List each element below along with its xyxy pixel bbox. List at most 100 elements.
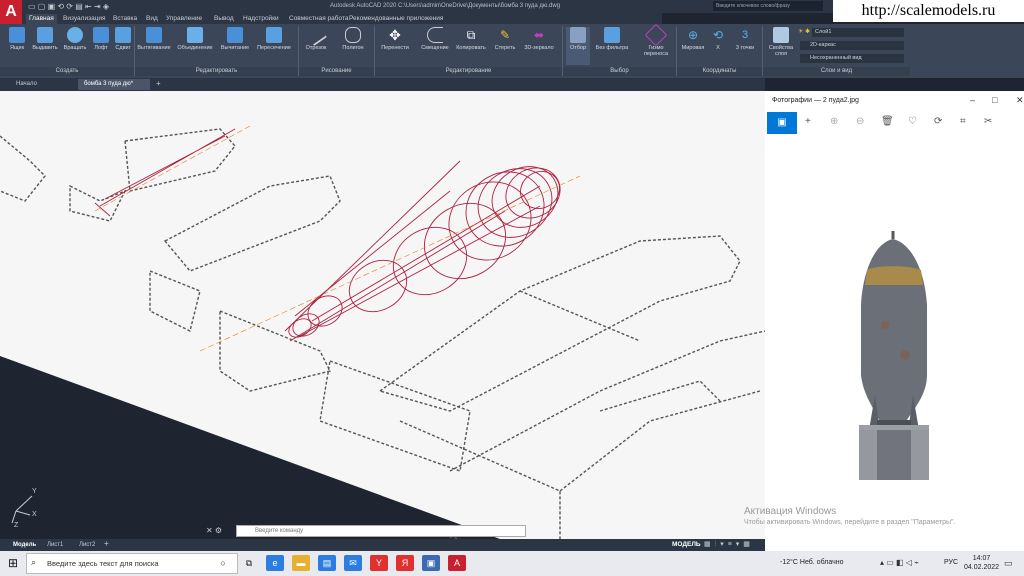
close-icon[interactable]: ✕ xyxy=(1016,95,1024,106)
layer-properties-button[interactable]: Свойства слоя xyxy=(765,27,797,57)
named-view-dropdown[interactable]: Несохраненный вид xyxy=(800,54,904,63)
move-gizmo-button[interactable]: Гизмо переноса xyxy=(640,23,672,57)
file-tab-start[interactable]: Начало xyxy=(10,79,43,90)
clock-time: 14:07 xyxy=(972,555,991,562)
keyword-search-input[interactable]: Введите ключевое слово/фразу xyxy=(713,1,823,11)
task-view-icon[interactable]: ○ xyxy=(214,555,232,571)
crop-icon[interactable]: ⌗ xyxy=(960,116,966,127)
visual-style-dropdown[interactable]: 2D-каркас xyxy=(800,41,904,50)
add-icon[interactable]: + xyxy=(805,116,811,127)
edit-icon[interactable]: ✂ xyxy=(984,116,992,127)
tab-home[interactable]: Главная xyxy=(26,14,57,24)
quick-access-toolbar[interactable]: ▭ ▢ ▣ ⟲ ⟳ ▤ ⇤ ⇥ ◈ xyxy=(28,2,109,11)
add-layout-plus-icon[interactable]: + xyxy=(104,539,109,548)
ucs-x-label: X xyxy=(32,511,37,518)
delete-icon[interactable]: 🗑 xyxy=(881,116,894,127)
ribbon-empty-area xyxy=(910,24,1024,78)
yandex-browser-icon[interactable]: Y xyxy=(370,555,388,571)
activation-title: Активация Windows xyxy=(744,506,837,517)
polygon-button[interactable]: Полигон xyxy=(338,27,368,51)
file-tab-drawing[interactable]: бомба 3 пуда дю* xyxy=(78,79,150,90)
command-input[interactable]: Введите команду xyxy=(236,525,526,537)
tab-output[interactable]: Вывод xyxy=(211,14,237,24)
group-draw-label[interactable]: Рисование xyxy=(299,67,374,76)
rotate-icon[interactable]: ⟳ xyxy=(934,116,942,127)
yandex-icon[interactable]: Я xyxy=(396,555,414,571)
bomb-photo xyxy=(855,225,945,485)
union-button[interactable]: Объединение xyxy=(174,27,216,51)
maximize-icon[interactable]: □ xyxy=(992,95,997,105)
presspull-button[interactable]: Вытягивание xyxy=(136,27,172,51)
tab-insert[interactable]: Вставка xyxy=(110,14,140,24)
ucs-x-button[interactable]: ⟲ X xyxy=(708,27,728,51)
weather-widget[interactable]: -12°C Неб. облачно xyxy=(780,559,844,566)
autocad-taskbar-icon[interactable]: A xyxy=(448,555,466,571)
drawing-canvas xyxy=(0,91,765,539)
culling-button[interactable]: Отбор xyxy=(566,27,590,65)
3d-mirror-button[interactable]: ⬌ 3D-зеркало xyxy=(520,27,558,51)
site-watermark: http://scalemodels.ru xyxy=(833,0,1024,22)
ucs-3point-button[interactable]: 33 точки xyxy=(731,27,759,51)
erase-button[interactable]: ✎ Стереть xyxy=(490,27,520,51)
zoom-out-icon[interactable]: ⊖ xyxy=(856,116,864,127)
favorite-icon[interactable]: ♡ xyxy=(908,116,917,127)
language-indicator[interactable]: РУС xyxy=(944,559,958,566)
tray-icons[interactable]: ▴ ▭ ◧ ◁ ⌁ xyxy=(880,558,919,567)
drawing-viewport[interactable] xyxy=(0,91,765,539)
view-image-icon[interactable]: ▣ xyxy=(767,112,797,134)
window-title: Autodesk AutoCAD 2020 C:\Users\admin\One… xyxy=(330,3,561,9)
layer-dropdown[interactable]: Слой1 xyxy=(812,28,904,37)
zoom-in-icon[interactable]: ⊕ xyxy=(830,116,838,127)
status-bar-toggles[interactable]: ▦ ⫶ ▾ ≡ ▾ ▦ xyxy=(704,540,751,549)
layout-tab-bar xyxy=(0,539,765,551)
group-coordinates-label[interactable]: Координаты xyxy=(677,67,762,76)
revolve-button[interactable]: Вращать xyxy=(61,27,89,51)
ucs-y-label: Y xyxy=(32,488,37,495)
group-solid-edit-label[interactable]: Редактировать xyxy=(135,67,298,76)
group-modify-label[interactable]: Редактирование xyxy=(375,67,562,76)
model-space-indicator[interactable]: МОДЕЛЬ xyxy=(672,541,701,548)
box-button[interactable]: Ящик xyxy=(3,27,31,51)
world-ucs-button[interactable]: ⊕ Мировая xyxy=(679,27,707,51)
offset-button[interactable]: Смещение xyxy=(418,27,452,51)
tab-layout2[interactable]: Лист2 xyxy=(74,540,100,550)
tab-manage[interactable]: Управление xyxy=(163,14,205,24)
tab-collaborate[interactable]: Совместная работа xyxy=(286,14,351,24)
group-selection-label: Выбор xyxy=(563,67,676,76)
clock[interactable]: 14:07 04.02.2022 xyxy=(964,554,999,572)
intersect-button[interactable]: Пересечение xyxy=(254,27,294,51)
tab-addins[interactable]: Надстройки xyxy=(240,14,282,24)
tab-visualize[interactable]: Визуализация xyxy=(60,14,109,24)
no-filter-button[interactable]: Без фильтра xyxy=(592,27,632,51)
file-explorer-icon[interactable]: ▬ xyxy=(292,555,310,571)
activation-message: Чтобы активировать Windows, перейдите в … xyxy=(744,519,956,526)
subtract-button[interactable]: Вычитание xyxy=(218,27,252,51)
move-button[interactable]: ✥ Перенести xyxy=(376,27,414,51)
autocad-app-menu-button[interactable]: A xyxy=(0,0,22,24)
store-icon[interactable]: ▤ xyxy=(318,555,336,571)
command-line-controls[interactable]: ✕ ⚙ xyxy=(206,526,222,535)
new-tab-plus-icon[interactable]: + xyxy=(156,79,161,88)
ucs-z-label: Z xyxy=(14,522,19,529)
reference-image-plane xyxy=(0,91,765,539)
sweep-button[interactable]: Сдвиг xyxy=(109,27,137,51)
mail-icon[interactable]: ✉ xyxy=(344,555,362,571)
photos-title: Фотографии — 2 пуда2.jpg xyxy=(772,97,859,104)
group-layers-view-label[interactable]: Слои и вид xyxy=(763,67,910,76)
minimize-icon[interactable]: – xyxy=(970,95,975,105)
tab-view[interactable]: Вид xyxy=(143,14,161,24)
extrude-button[interactable]: Выдавить xyxy=(31,27,59,51)
tab-featured-apps[interactable]: Рекомендованные приложения xyxy=(346,14,446,24)
tab-layout1[interactable]: Лист1 xyxy=(42,540,68,550)
edge-icon[interactable]: e xyxy=(266,555,284,571)
line-button[interactable]: Отрезок xyxy=(302,23,330,51)
taskbar-search-input[interactable]: Введите здесь текст для поиска xyxy=(26,553,238,574)
copy-button[interactable]: ⧉ Копировать xyxy=(453,27,489,51)
start-icon[interactable]: ⊞ xyxy=(0,551,26,576)
search-icon: ⌕ xyxy=(31,557,37,567)
group-create-label[interactable]: Создать xyxy=(0,67,134,76)
tab-model[interactable]: Модель xyxy=(8,540,41,550)
notifications-icon[interactable]: ▭ xyxy=(1004,558,1013,569)
task-switch-icon[interactable]: ⧉ xyxy=(240,555,258,571)
photos-app-icon[interactable]: ▣ xyxy=(422,555,440,571)
